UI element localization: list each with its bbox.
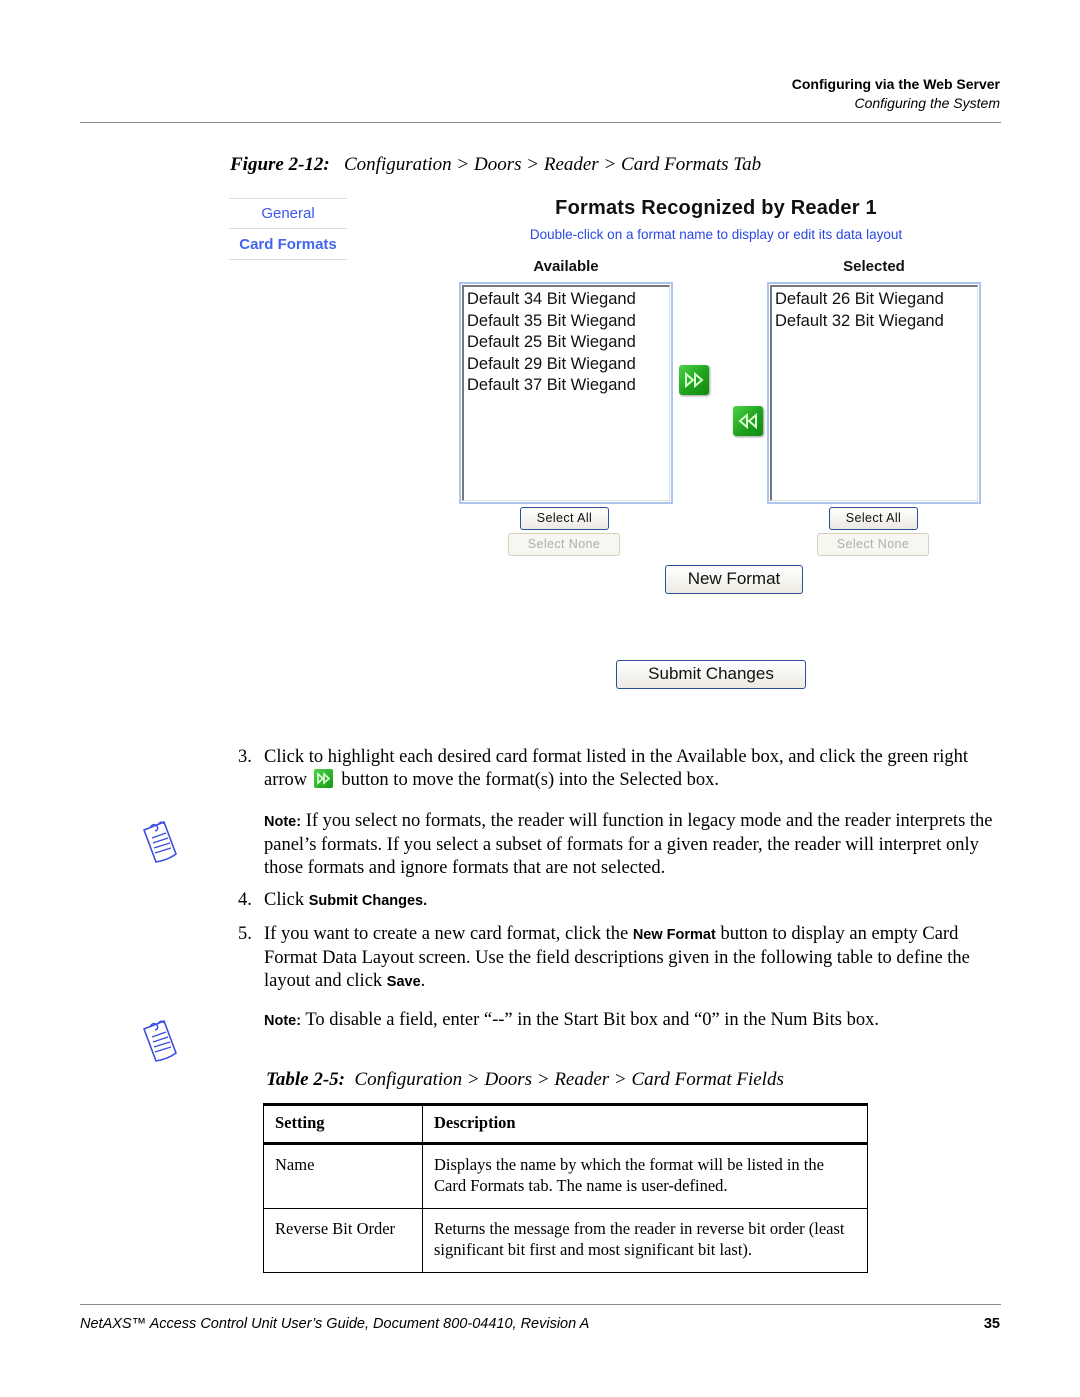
selected-formats-listbox[interactable]: Default 26 Bit Wiegand Default 32 Bit Wi… [767,282,981,504]
note-text: To disable a field, enter “--” in the St… [305,1010,879,1030]
available-format-option[interactable]: Default 37 Bit Wiegand [467,375,666,397]
available-select-all-button[interactable]: Select All [520,507,609,530]
step-3-text-cont: button to move the format(s) into the Se… [341,770,720,790]
step-number: 5. [238,924,252,944]
panel-title: Formats Recognized by Reader 1 [555,197,877,219]
selected-select-all-button[interactable]: Select All [829,507,918,530]
running-header-section: Configuring via the Web Server [791,76,1000,92]
selected-select-none-button[interactable]: Select None [817,533,929,556]
figure-caption: Figure 2-12: Configuration > Doors > Rea… [230,154,761,176]
available-format-option[interactable]: Default 29 Bit Wiegand [467,354,666,376]
ui-reference: New Format [632,927,716,943]
note-label: Note: [264,1013,302,1029]
table-label: Table 2-5: [266,1069,345,1090]
add-to-selected-button[interactable] [679,365,709,395]
note-label: Note: [264,814,302,830]
available-format-option[interactable]: Default 25 Bit Wiegand [467,332,666,354]
green-right-arrow-icon [313,769,333,788]
table-row: Name Displays the name by which the form… [263,1143,868,1209]
figure-caption-text: Configuration > Doors > Reader > Card Fo… [344,154,762,175]
tab-divider [229,259,347,260]
note-disable-field: Note: To disable a field, enter “--” in … [264,1009,1004,1033]
step-number: 4. [238,890,252,910]
step-4-text: Click [264,890,305,910]
selected-heading: Selected [843,258,905,275]
panel-hint: Double-click on a format name to display… [529,227,903,242]
tab-divider [229,228,347,229]
available-format-option[interactable]: Default 34 Bit Wiegand [467,289,666,311]
table-header-row: Setting Description [263,1103,868,1145]
table-row: Reverse Bit Order Returns the message fr… [263,1208,868,1273]
step-5-text: If you want to create a new card format,… [264,924,629,944]
note-icon [142,820,177,863]
step-5: If you want to create a new card format,… [264,923,1004,994]
double-left-arrow-icon [738,413,757,429]
description-cell: Returns the message from the reader in r… [422,1208,868,1273]
selected-format-option[interactable]: Default 32 Bit Wiegand [775,311,974,333]
selected-format-option[interactable]: Default 26 Bit Wiegand [775,289,974,311]
header-rule [80,122,1001,123]
ui-reference: Save [386,974,421,990]
footer-document-title: NetAXS™ Access Control Unit User’s Guide… [80,1316,590,1332]
step-5-text-end: . [420,971,426,991]
column-header-setting: Setting [263,1103,423,1145]
available-heading: Available [533,258,599,275]
setting-cell: Reverse Bit Order [263,1208,423,1273]
remove-from-selected-button[interactable] [733,406,763,436]
step-3: Click to highlight each desired card for… [264,746,1004,792]
page-number: 35 [983,1316,1000,1332]
description-cell: Displays the name by which the format wi… [422,1143,868,1209]
step-4: Click Submit Changes. [264,889,1004,913]
note-legacy-mode: Note: If you select no formats, the read… [264,810,1004,880]
submit-changes-button[interactable]: Submit Changes [616,660,806,689]
tab-divider [229,198,347,199]
tab-general[interactable]: General [229,205,347,222]
note-text: If you select no formats, the reader wil… [264,811,993,878]
tab-card-formats[interactable]: Card Formats [229,236,347,253]
step-number: 3. [238,747,252,767]
column-header-description: Description [422,1103,868,1145]
note-icon [142,1019,177,1062]
available-select-none-button[interactable]: Select None [508,533,620,556]
ui-reference: Submit Changes. [308,893,428,909]
figure-label: Figure 2-12: [230,154,330,175]
running-header-subsection: Configuring the System [854,95,1000,111]
available-formats-listbox[interactable]: Default 34 Bit Wiegand Default 35 Bit Wi… [459,282,673,504]
new-format-button[interactable]: New Format [665,565,803,594]
table-caption: Table 2-5: Configuration > Doors > Reade… [266,1069,784,1091]
double-right-arrow-icon [685,372,704,388]
setting-cell: Name [263,1143,423,1209]
available-format-option[interactable]: Default 35 Bit Wiegand [467,311,666,333]
card-format-fields-table: Setting Description Name Displays the na… [263,1103,868,1273]
footer-rule [80,1304,1001,1305]
table-caption-text: Configuration > Doors > Reader > Card Fo… [354,1069,784,1090]
